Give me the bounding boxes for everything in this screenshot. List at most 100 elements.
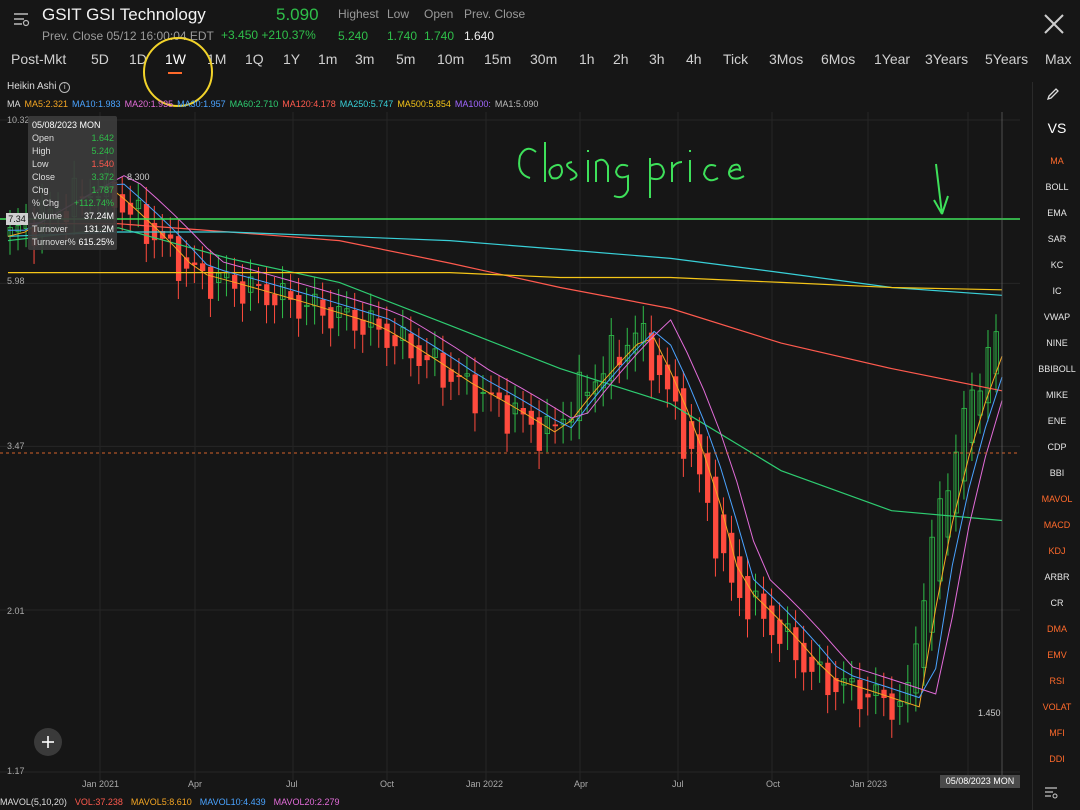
tooltip-row: Close 3.372 bbox=[32, 172, 114, 182]
candle-body bbox=[272, 294, 278, 306]
close-icon[interactable] bbox=[1040, 10, 1068, 38]
indicator-dma[interactable]: DMA bbox=[1033, 624, 1080, 634]
tooltip-label: Chg bbox=[32, 185, 49, 195]
indicator-mfi[interactable]: MFI bbox=[1033, 728, 1080, 738]
ma-line-short bbox=[8, 175, 1003, 695]
candle-body bbox=[777, 619, 783, 644]
x-tick-7: Jul bbox=[672, 779, 684, 789]
tab-3years[interactable]: 3Years bbox=[925, 51, 968, 67]
tooltip-value: 1.787 bbox=[91, 185, 114, 195]
indicator-boll[interactable]: BOLL bbox=[1033, 182, 1080, 192]
x-tick-1: Jan 2021 bbox=[82, 779, 120, 789]
tab-10min[interactable]: 10m bbox=[437, 51, 464, 67]
tooltip-value: 5.240 bbox=[91, 146, 114, 156]
ma-line-ma500 bbox=[8, 272, 1003, 291]
menu-icon[interactable] bbox=[12, 10, 30, 28]
chart-grid bbox=[0, 112, 1020, 780]
add-button[interactable] bbox=[34, 728, 62, 756]
ma-legend: MA MA5:2.321 MA10:1.983 MA20:1.935 MA30:1.95… bbox=[7, 99, 542, 109]
indicator-sidebar: VS MA BOLL EMA SAR KC IC VWAP NINE BBIBOLL MIKE ENE… bbox=[1032, 82, 1080, 810]
indicator-emv[interactable]: EMV bbox=[1033, 650, 1080, 660]
prev-close-label: Prev. Close bbox=[464, 7, 526, 21]
price-chart[interactable] bbox=[0, 112, 1030, 782]
tab-5d[interactable]: 5D bbox=[91, 51, 109, 67]
x-tick-5: Jan 2022 bbox=[466, 779, 504, 789]
tab-5years[interactable]: 5Years bbox=[985, 51, 1028, 67]
tab-2h[interactable]: 2h bbox=[613, 51, 629, 67]
tab-15min[interactable]: 15m bbox=[484, 51, 511, 67]
indicator-vs[interactable]: VS bbox=[1033, 120, 1080, 136]
tab-1year[interactable]: 1Year bbox=[874, 51, 910, 67]
ma-line-short bbox=[8, 183, 1003, 699]
indicator-arbr[interactable]: ARBR bbox=[1033, 572, 1080, 582]
tab-post-mkt[interactable]: Post-Mkt bbox=[11, 51, 66, 67]
volume-legend-item: MAVOL20:2.279 bbox=[273, 797, 340, 807]
candle-body bbox=[448, 369, 454, 382]
indicator-mavol[interactable]: MAVOL bbox=[1033, 494, 1080, 504]
tab-max[interactable]: Max bbox=[1045, 51, 1071, 67]
indicator-ic[interactable]: IC bbox=[1033, 286, 1080, 296]
tooltip-value: 1.540 bbox=[91, 159, 114, 169]
tab-4h[interactable]: 4h bbox=[686, 51, 702, 67]
tooltip-date-text: 05/08/2023 MON bbox=[32, 120, 101, 130]
indicator-bbiboll[interactable]: BBIBOLL bbox=[1033, 364, 1080, 374]
indicator-cdp[interactable]: CDP bbox=[1033, 442, 1080, 452]
indicator-volat[interactable]: VOLAT bbox=[1033, 702, 1080, 712]
chart-type-label[interactable]: Heikin Ashi i bbox=[7, 81, 71, 93]
indicator-vwap[interactable]: VWAP bbox=[1033, 312, 1080, 322]
indicator-ma[interactable]: MA bbox=[1033, 156, 1080, 166]
indicator-mike[interactable]: MIKE bbox=[1033, 390, 1080, 400]
open-label: Open bbox=[424, 7, 454, 21]
tab-3min[interactable]: 3m bbox=[355, 51, 374, 67]
candle-body bbox=[737, 556, 743, 598]
candle-body bbox=[208, 266, 214, 299]
settings-icon[interactable] bbox=[1043, 784, 1059, 800]
x-tick-3: Jul bbox=[286, 779, 298, 789]
ma-legend-item: MA120:4.178 bbox=[282, 99, 336, 109]
tab-30min[interactable]: 30m bbox=[530, 51, 557, 67]
tooltip-value: 131.2M bbox=[83, 224, 114, 234]
candlesticks bbox=[7, 151, 999, 738]
ma-legend-item: MA10:1.983 bbox=[72, 99, 121, 109]
indicator-nine[interactable]: NINE bbox=[1033, 338, 1080, 348]
tab-1h[interactable]: 1h bbox=[579, 51, 595, 67]
indicator-kdj[interactable]: KDJ bbox=[1033, 546, 1080, 556]
candle-body bbox=[191, 262, 198, 265]
indicator-rsi[interactable]: RSI bbox=[1033, 676, 1080, 686]
tab-6mos[interactable]: 6Mos bbox=[821, 51, 855, 67]
indicator-sar[interactable]: SAR bbox=[1033, 234, 1080, 244]
tab-1q[interactable]: 1Q bbox=[245, 51, 264, 67]
indicator-ene[interactable]: ENE bbox=[1033, 416, 1080, 426]
highest-value: 5.240 bbox=[338, 29, 369, 43]
volume-legend-item: MAVOL5:8.610 bbox=[130, 797, 192, 807]
moving-average-lines bbox=[7, 175, 1003, 708]
tooltip-value: 37.24M bbox=[83, 211, 114, 221]
tab-1y[interactable]: 1Y bbox=[283, 51, 300, 67]
candle-body bbox=[384, 323, 390, 348]
info-icon[interactable]: i bbox=[59, 82, 71, 93]
high-marker: 8.300 bbox=[127, 172, 150, 182]
volume-legend: MAVOL(5,10,20) VOL:37.238 MAVOL5:8.610 MAVO… bbox=[0, 797, 1030, 810]
tooltip-label: Close bbox=[32, 172, 56, 182]
indicator-macd[interactable]: MACD bbox=[1033, 520, 1080, 530]
indicator-bbi[interactable]: BBI bbox=[1033, 468, 1080, 478]
pencil-icon[interactable] bbox=[1045, 86, 1061, 102]
indicator-cr[interactable]: CR bbox=[1033, 598, 1080, 608]
candle-body bbox=[552, 424, 559, 427]
indicator-ddi[interactable]: DDI bbox=[1033, 754, 1080, 764]
tab-3h[interactable]: 3h bbox=[649, 51, 665, 67]
x-tick-4: Oct bbox=[380, 779, 395, 789]
open-value: 1.740 bbox=[424, 29, 455, 43]
tooltip-label: % Chg bbox=[32, 198, 60, 208]
chart-type-text: Heikin Ashi bbox=[7, 81, 57, 92]
indicator-kc[interactable]: KC bbox=[1033, 260, 1080, 270]
tab-1min[interactable]: 1m bbox=[318, 51, 337, 67]
ohlc-tooltip: 05/08/2023 MON Open 1.642 High 5.240 Low 1.54… bbox=[28, 116, 117, 250]
tab-5min[interactable]: 5m bbox=[396, 51, 415, 67]
x-tick-8: Oct bbox=[766, 779, 781, 789]
ma-legend-item: MA5:2.321 bbox=[24, 99, 69, 109]
tooltip-label: Low bbox=[32, 159, 49, 169]
tab-tick[interactable]: Tick bbox=[723, 51, 748, 67]
indicator-ema[interactable]: EMA bbox=[1033, 208, 1080, 218]
tab-3mos[interactable]: 3Mos bbox=[769, 51, 803, 67]
